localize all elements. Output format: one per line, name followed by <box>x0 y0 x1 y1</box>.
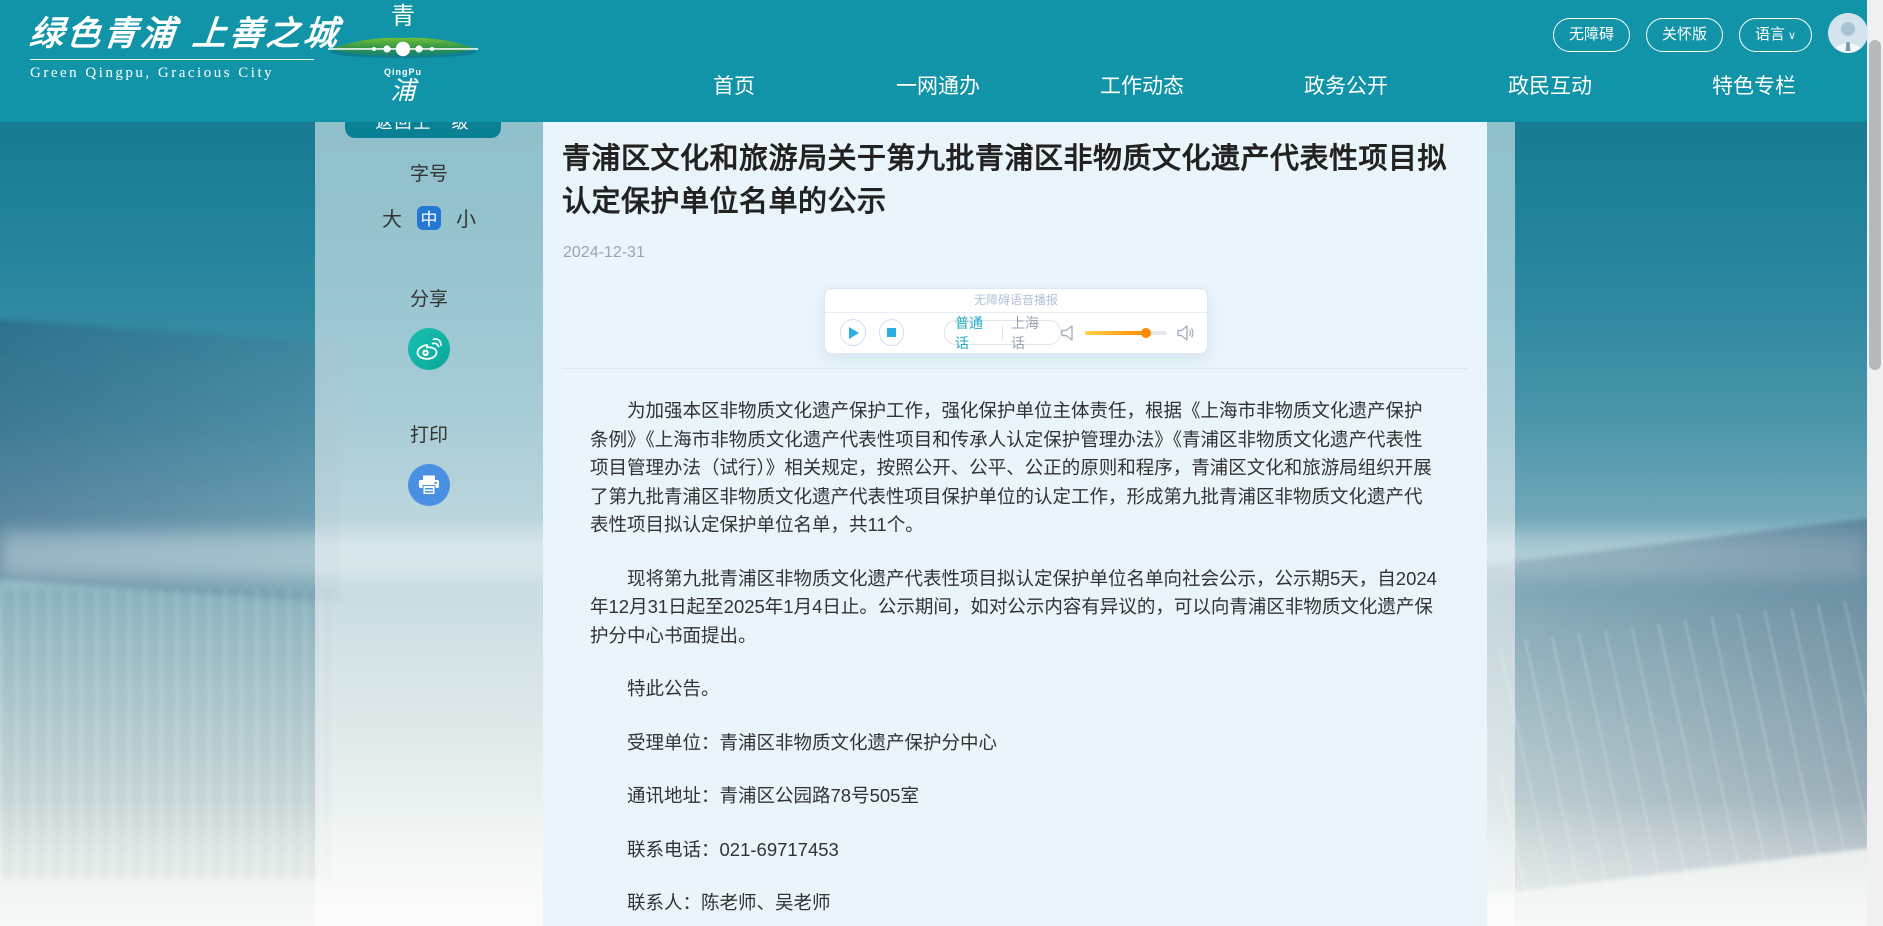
print-button[interactable] <box>408 464 450 506</box>
audio-player-controls: 普通话 上海话 <box>825 313 1207 352</box>
nav-item-public-interaction[interactable]: 政民互动 <box>1448 72 1652 102</box>
volume-thumb[interactable] <box>1141 328 1151 338</box>
chevron-down-icon: ∨ <box>1788 30 1796 42</box>
article-tools-sidebar: 字号 大 中 小 分享 打印 <box>315 122 543 506</box>
slogan-chinese: 绿色青浦 上善之城 <box>27 6 332 55</box>
article-paragraph: 为加强本区非物质文化遗产保护工作，强化保护单位主体责任，根据《上海市非物质文化遗… <box>590 397 1440 540</box>
article-panel: 青浦区文化和旅游局关于第九批青浦区非物质文化遗产代表性项目拟认定保护单位名单的公… <box>543 122 1487 926</box>
person-icon <box>1828 13 1868 53</box>
volume-control <box>1061 325 1195 341</box>
language-option-mandarin[interactable]: 普通话 <box>955 313 994 353</box>
print-label: 打印 <box>315 420 543 447</box>
font-size-large[interactable]: 大 <box>382 203 402 232</box>
slogan-english: Green Qingpu, Gracious City <box>30 59 314 82</box>
scrollbar-track[interactable] <box>1867 0 1883 926</box>
share-weibo-button[interactable] <box>408 328 450 370</box>
speaker-low-icon <box>1061 325 1075 341</box>
play-button[interactable] <box>840 319 866 346</box>
volume-slider[interactable] <box>1085 331 1167 335</box>
nav-item-special-columns[interactable]: 特色专栏 <box>1652 72 1856 102</box>
care-version-button[interactable]: 关怀版 <box>1646 18 1723 52</box>
article-paragraph: 联系电话：021-69717453 <box>590 836 1440 865</box>
article-paragraph: 现将第九批青浦区非物质文化遗产代表性项目拟认定保护单位名单向社会公示，公示期5天… <box>590 565 1440 651</box>
article-paragraph: 联系人：陈老师、吴老师 <box>590 889 1440 918</box>
logo-island-icon <box>328 32 478 66</box>
article-paragraph: 受理单位：青浦区非物质文化遗产保护分中心 <box>590 729 1440 758</box>
logo-char-qing: 青 <box>391 2 415 32</box>
accessibility-button[interactable]: 无障碍 <box>1553 18 1630 52</box>
site-header: 绿色青浦 上善之城 Green Qingpu, Gracious City 青 <box>0 0 1867 122</box>
weibo-icon <box>416 337 442 361</box>
font-size-medium[interactable]: 中 <box>417 206 441 230</box>
main-nav: 首页 一网通办 工作动态 政务公开 政民互动 特色专栏 <box>632 72 1856 102</box>
article-date: 2024-12-31 <box>563 244 645 262</box>
speaker-high-icon <box>1177 325 1195 341</box>
share-label: 分享 <box>315 284 543 311</box>
stop-button[interactable] <box>879 319 905 346</box>
logo-char-pu: 浦 <box>390 77 415 105</box>
volume-fill <box>1085 331 1147 335</box>
scrollbar-thumb[interactable] <box>1869 40 1881 370</box>
article-paragraph: 特此公告。 <box>590 675 1440 704</box>
language-option-shanghainese[interactable]: 上海话 <box>1011 313 1050 353</box>
article-title: 青浦区文化和旅游局关于第九批青浦区非物质文化遗产代表性项目拟认定保护单位名单的公… <box>562 138 1468 224</box>
site-logo[interactable]: 青 QingPu 浦 <box>328 2 478 105</box>
audio-player-title: 无障碍语音播报 <box>825 289 1207 313</box>
stop-icon <box>887 328 896 337</box>
nav-item-work-news[interactable]: 工作动态 <box>1040 72 1244 102</box>
audio-player: 无障碍语音播报 普通话 上海话 <box>824 288 1208 354</box>
article-body: 为加强本区非物质文化遗产保护工作，强化保护单位主体责任，根据《上海市非物质文化遗… <box>590 397 1440 926</box>
nav-item-government-affairs[interactable]: 政务公开 <box>1244 72 1448 102</box>
article-paragraph: 通讯地址：青浦区公园路78号505室 <box>590 782 1440 811</box>
nav-item-home[interactable]: 首页 <box>632 72 836 102</box>
language-toggle[interactable]: 普通话 上海话 <box>944 320 1061 345</box>
language-toggle-divider <box>1002 326 1003 340</box>
nav-item-one-stop-services[interactable]: 一网通办 <box>836 72 1040 102</box>
language-menu-button[interactable]: 语言∨ <box>1739 18 1812 52</box>
site-slogan: 绿色青浦 上善之城 Green Qingpu, Gracious City <box>30 6 330 82</box>
printer-icon <box>418 475 440 495</box>
user-avatar[interactable] <box>1828 13 1868 53</box>
font-size-label: 字号 <box>315 159 543 186</box>
font-size-options: 大 中 小 <box>315 203 543 232</box>
quick-links: 无障碍 关怀版 语言∨ <box>1537 18 1868 52</box>
play-icon <box>849 327 859 339</box>
title-divider <box>562 368 1468 369</box>
page-root: 青浦区文化和旅游局关于第九批青浦区非物质文化遗产代表性项目拟认定保护单位名单的公… <box>0 0 1883 926</box>
font-size-small[interactable]: 小 <box>456 203 476 232</box>
